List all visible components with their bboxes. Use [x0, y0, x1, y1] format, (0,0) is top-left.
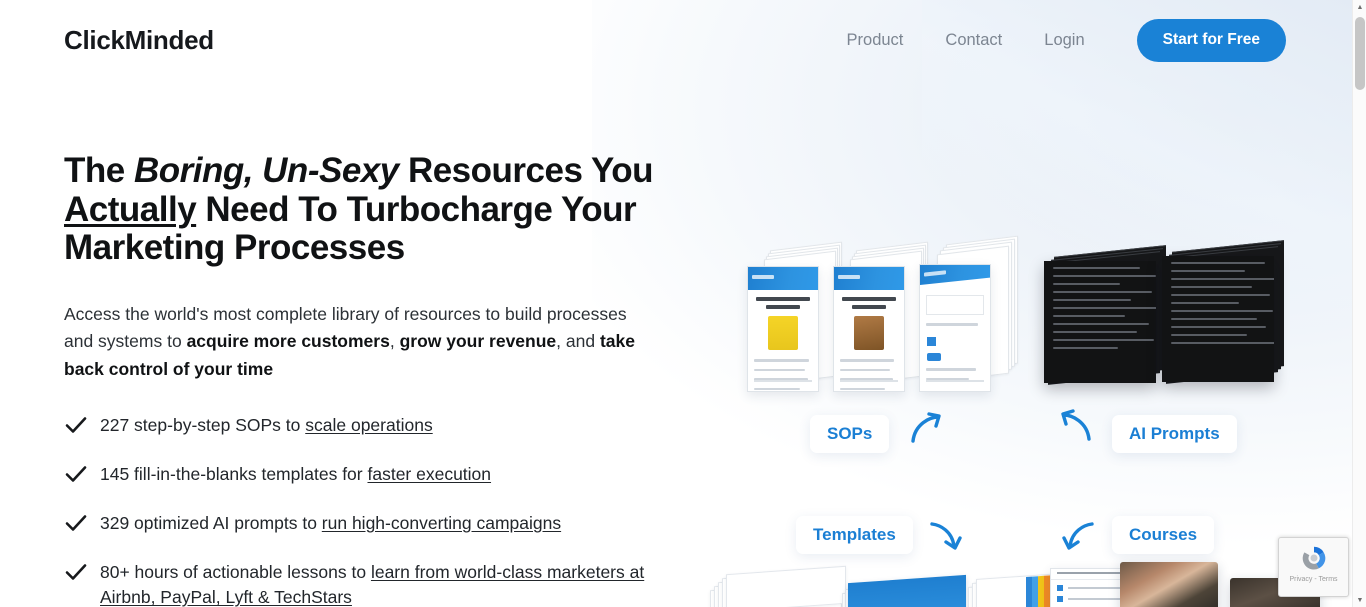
headline-part-1: The	[64, 151, 134, 190]
scroll-up-arrow-icon[interactable]: ▲	[1353, 0, 1366, 14]
list-item-text: 80+ hours of actionable lessons to learn…	[100, 560, 668, 607]
label-ai-prompts: AI Prompts	[1112, 415, 1237, 453]
list-item: 329 optimized AI prompts to run high-con…	[64, 511, 674, 536]
nav-link-product[interactable]: Product	[826, 31, 925, 50]
list-item-plain: 329 optimized AI prompts to	[100, 513, 322, 533]
check-icon	[64, 562, 88, 584]
recaptcha-icon	[1302, 546, 1325, 570]
site-header: ClickMinded Product Contact Login Start …	[0, 0, 1352, 80]
subtext-text-2: ,	[389, 331, 400, 351]
list-item-plain: 80+ hours of actionable lessons to	[100, 562, 371, 582]
brand-logo[interactable]: ClickMinded	[64, 25, 214, 56]
hero-subtext: Access the world's most complete library…	[64, 301, 649, 384]
headline-underline-actually: Actually	[64, 189, 197, 229]
list-item: 145 fill-in-the-blanks templates for fas…	[64, 462, 674, 487]
page-title: The Boring, Un-Sexy Resources You Actual…	[64, 151, 674, 268]
label-templates: Templates	[796, 516, 913, 554]
label-sops: SOPs	[810, 415, 890, 453]
arrow-up-right-icon	[908, 410, 946, 446]
subtext-bold-acquire: acquire more customers	[186, 331, 390, 351]
list-item-plain: 145 fill-in-the-blanks templates for	[100, 464, 368, 484]
arrow-down-left-icon	[1060, 518, 1096, 554]
label-courses: Courses	[1112, 516, 1215, 554]
scrollbar-thumb[interactable]	[1355, 17, 1365, 90]
check-icon	[64, 464, 88, 486]
list-item-plain: 227 step-by-step SOPs to	[100, 415, 306, 435]
nav-link-login[interactable]: Login	[1023, 31, 1105, 50]
headline-part-2: Resources You	[398, 151, 654, 190]
subtext-text-3: , and	[556, 331, 600, 351]
check-icon	[64, 415, 88, 437]
start-for-free-button[interactable]: Start for Free	[1136, 18, 1286, 62]
main-navigation: Product Contact Login Start for Free	[826, 18, 1286, 62]
arrow-up-left-icon	[1056, 406, 1094, 444]
headline-italic-boring-unsexy: Boring, Un-Sexy	[133, 151, 399, 190]
course-video-thumbnail-1	[1120, 562, 1218, 607]
list-item-link[interactable]: faster execution	[367, 464, 491, 484]
hero-section: The Boring, Un-Sexy Resources You Actual…	[64, 151, 674, 607]
arrow-down-right-icon	[928, 518, 964, 554]
benefits-checklist: 227 step-by-step SOPs to scale operation…	[64, 413, 674, 607]
list-item-link[interactable]: scale operations	[305, 415, 432, 435]
nav-link-contact[interactable]: Contact	[924, 31, 1023, 50]
list-item-text: 145 fill-in-the-blanks templates for fas…	[100, 462, 491, 487]
hero-illustration: SOPs AI Prompts Templates Courses	[700, 90, 1340, 607]
list-item-text: 227 step-by-step SOPs to scale operation…	[100, 413, 433, 438]
recaptcha-badge[interactable]: Privacy - Terms	[1278, 537, 1349, 597]
scroll-down-arrow-icon[interactable]: ▼	[1353, 593, 1366, 607]
check-icon	[64, 513, 88, 535]
list-item: 227 step-by-step SOPs to scale operation…	[64, 413, 674, 438]
page-root: ClickMinded Product Contact Login Start …	[0, 0, 1366, 607]
list-item: 80+ hours of actionable lessons to learn…	[64, 560, 674, 607]
vertical-scrollbar[interactable]: ▲ ▼	[1352, 0, 1366, 607]
subtext-bold-revenue: grow your revenue	[399, 331, 557, 351]
list-item-link[interactable]: run high-converting campaigns	[322, 513, 561, 533]
recaptcha-privacy-terms[interactable]: Privacy - Terms	[1289, 576, 1337, 583]
list-item-text: 329 optimized AI prompts to run high-con…	[100, 511, 561, 536]
